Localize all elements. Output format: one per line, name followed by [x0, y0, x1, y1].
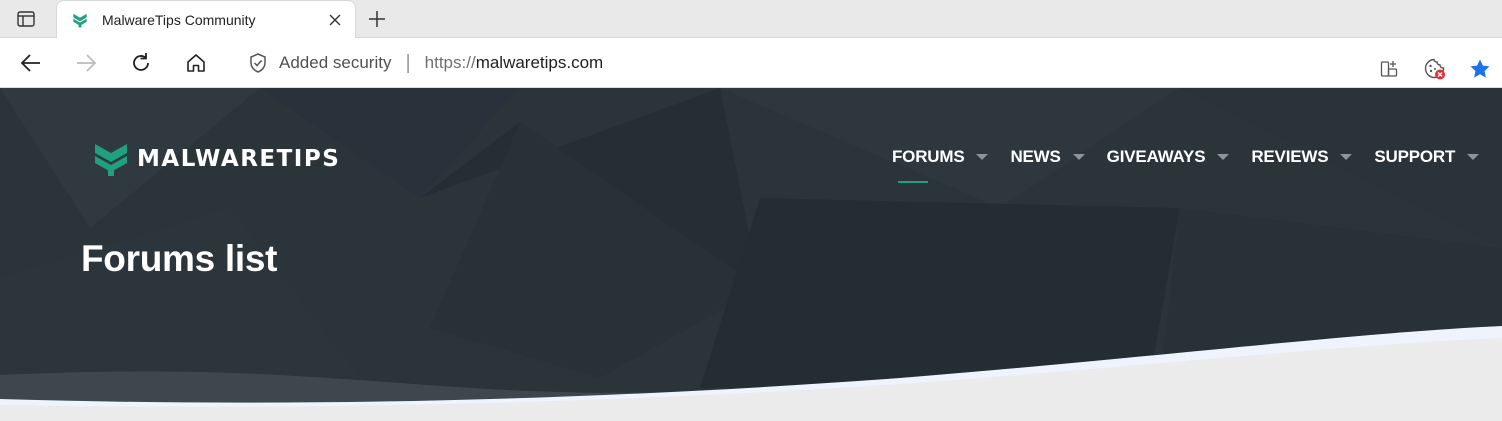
nav-item-news[interactable]: NEWS [1010, 145, 1085, 169]
refresh-icon [133, 53, 149, 71]
tab-actions-icon [17, 11, 35, 27]
split-screen-icon [1380, 61, 1398, 77]
page-title: Forums list [81, 238, 278, 279]
nav-item-giveaways[interactable]: GIVEAWAYS [1107, 145, 1230, 169]
refresh-button[interactable] [125, 47, 157, 79]
address-separator: | [405, 51, 411, 74]
caret-down-icon [1340, 154, 1353, 160]
site-nav: FORUMS NEWS GIVEAWAYS REVIEWS SUPPORT [892, 145, 1501, 183]
tab-title: MalwareTips Community [102, 12, 256, 28]
caret-down-icon [1072, 154, 1085, 160]
back-icon [20, 54, 40, 72]
tracking-prevention-button[interactable] [1423, 57, 1447, 81]
tab-close-button[interactable] [321, 6, 349, 34]
caret-down-icon [976, 154, 989, 160]
address-bar[interactable]: Added security | https://malwaretips.com [231, 44, 1502, 82]
active-indicator [898, 181, 928, 183]
site-header: MALWARETIPS FORUMS NEWS GIVEAWAYS REVIEW… [0, 88, 1502, 421]
caret-down-icon [1217, 154, 1230, 160]
tab-actions-button[interactable] [8, 7, 44, 31]
home-button[interactable] [180, 47, 212, 79]
malwaretips-logo-icon [95, 144, 127, 176]
back-button[interactable] [15, 47, 47, 79]
favorite-button[interactable] [1468, 57, 1492, 81]
forward-button[interactable] [70, 47, 102, 79]
malwaretips-favicon-icon [72, 12, 88, 28]
new-tab-button[interactable] [364, 6, 390, 32]
url-host: malwaretips.com [475, 53, 604, 72]
split-screen-button[interactable] [1378, 57, 1402, 81]
nav-item-forums[interactable]: FORUMS [892, 145, 989, 183]
shield-icon [247, 52, 269, 74]
forward-icon [77, 54, 97, 72]
url-scheme: https:// [424, 53, 476, 72]
nav-label: FORUMS [892, 147, 965, 166]
url-text[interactable]: https://malwaretips.com [425, 53, 604, 73]
nav-label: NEWS [1010, 147, 1061, 166]
security-label[interactable]: Added security [279, 53, 391, 73]
caret-down-icon [1467, 154, 1480, 160]
tracking-prevention-icon [1424, 58, 1445, 80]
tab-strip: MalwareTips Community [0, 0, 1502, 39]
nav-label: REVIEWS [1251, 147, 1329, 166]
nav-label: GIVEAWAYS [1106, 147, 1206, 166]
plus-icon [369, 11, 385, 27]
favorite-star-icon [1470, 59, 1490, 78]
close-icon [329, 14, 341, 26]
logo-text: MALWARETIPS [137, 146, 341, 172]
active-tab[interactable]: MalwareTips Community [56, 0, 356, 39]
nav-item-reviews[interactable]: REVIEWS [1251, 145, 1353, 169]
nav-item-support[interactable]: SUPPORT [1374, 145, 1480, 169]
site-logo[interactable]: MALWARETIPS [94, 141, 340, 177]
nav-label: SUPPORT [1374, 147, 1456, 166]
home-icon [187, 54, 205, 72]
browser-toolbar: Added security | https://malwaretips.com [0, 38, 1502, 88]
